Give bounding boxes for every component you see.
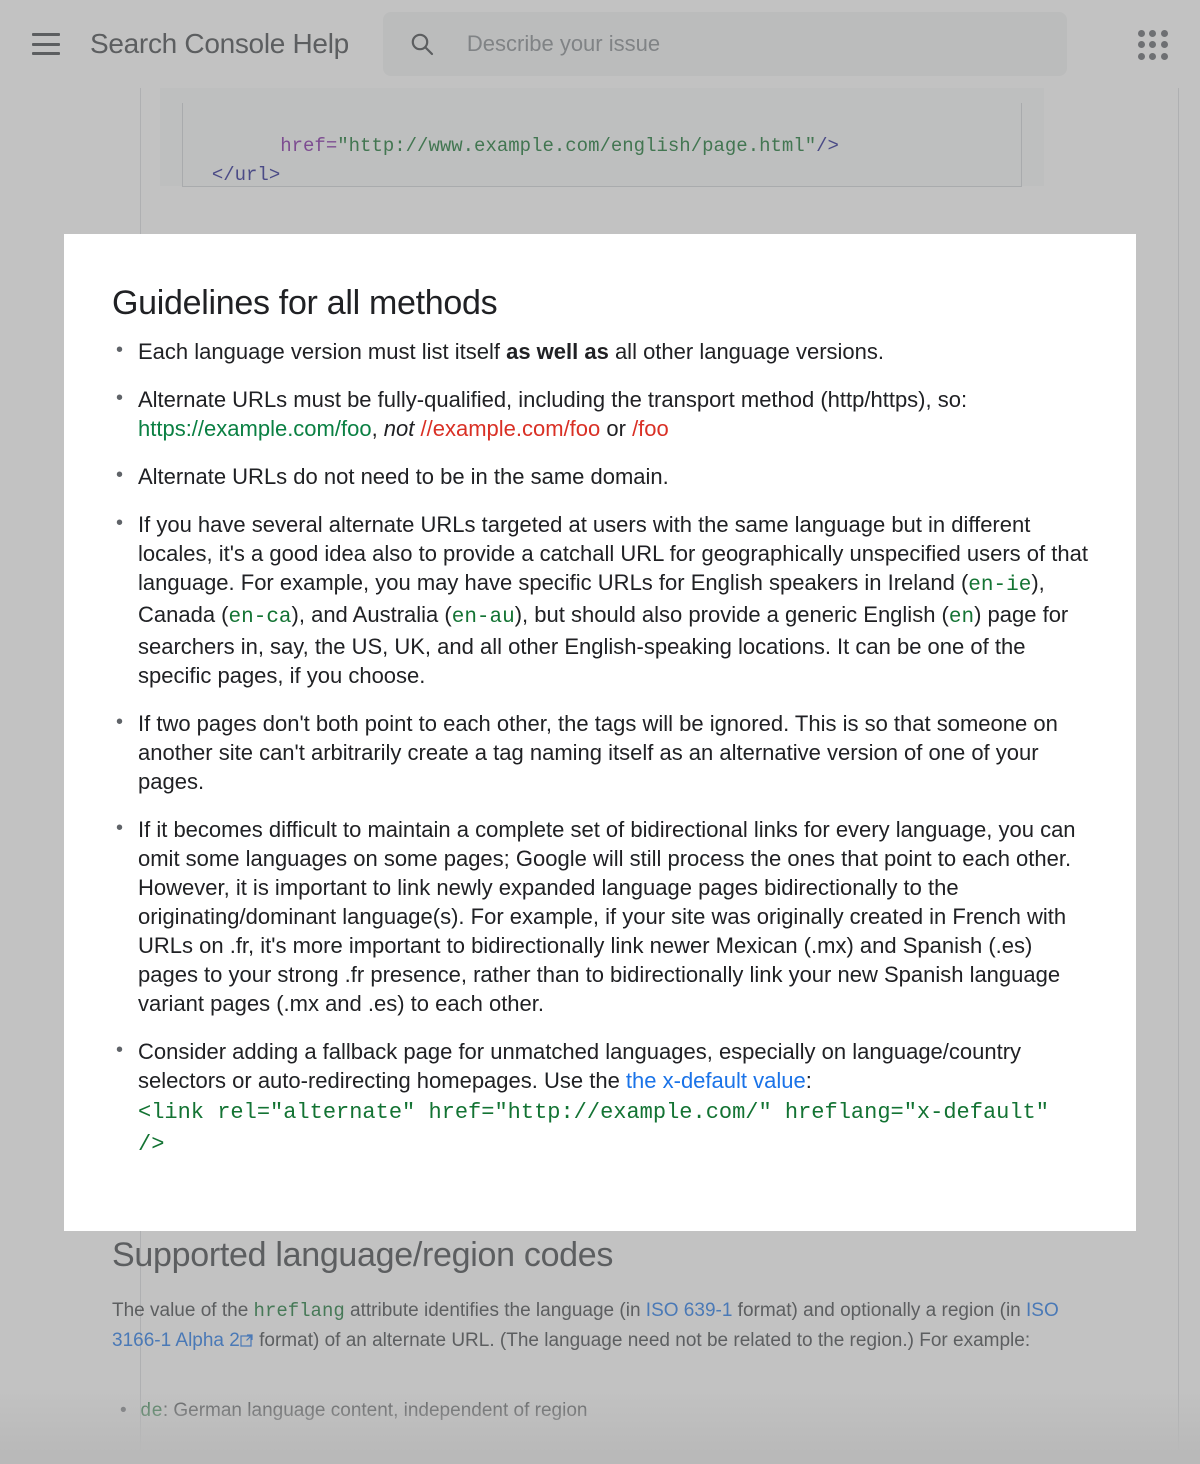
g1-bold: as well as (506, 339, 609, 364)
code-href-value: "http://www.example.com/english/page.htm… (337, 135, 817, 157)
g4-code-en-ca: en-ca (228, 606, 292, 629)
code-close-url: </url> (211, 164, 281, 186)
code-attr-href: href= (280, 135, 338, 157)
search-input[interactable] (464, 30, 985, 58)
x-default-code-sample: <link rel="alternate" href="http://examp… (138, 1100, 1049, 1157)
hamburger-menu-icon[interactable] (32, 33, 60, 55)
hreflang-code: hreflang (253, 1300, 345, 1322)
para-text-b: attribute identifies the language (in (344, 1300, 646, 1321)
supported-codes-section: Supported language/region codes The valu… (0, 1236, 1200, 1464)
x-default-value-link[interactable]: the x-default value (626, 1068, 806, 1093)
g1-text-a: Each language version must list itself (138, 339, 507, 364)
supported-codes-paragraph: The value of the hreflang attribute iden… (112, 1296, 1070, 1357)
search-icon (409, 31, 435, 57)
para-text-d: format) of an alternate URL. (The langua… (253, 1330, 1031, 1351)
external-link-icon (240, 1327, 254, 1357)
guideline-item-3: Alternate URLs do not need to be in the … (116, 461, 1088, 491)
highlighted-guidelines-card: Guidelines for all methods Each language… (64, 234, 1136, 1231)
g2-bad-url-2: /foo (632, 416, 669, 441)
guideline-item-5: If two pages don't both point to each ot… (116, 708, 1088, 796)
para-text-c: format) and optionally a region (in (732, 1300, 1027, 1321)
g4-code-en-ie: en-ie (968, 574, 1032, 597)
g7-text-a: Consider adding a fallback page for unma… (138, 1039, 1022, 1093)
guideline-item-1: Each language version must list itself a… (116, 336, 1088, 366)
google-apps-grid-icon[interactable] (1136, 28, 1170, 62)
guidelines-title: Guidelines for all methods (112, 284, 498, 322)
guidelines-list: Each language version must list itself a… (112, 336, 1088, 1161)
g4-code-en: en (948, 606, 975, 629)
g2-text-a: Alternate URLs must be fully-qualified, … (138, 387, 968, 412)
g4-text-c: ), and Australia ( (291, 602, 452, 627)
guideline-item-7: Consider adding a fallback page for unma… (116, 1036, 1088, 1161)
g4-text-a: If you have several alternate URLs targe… (138, 512, 1088, 595)
g2-sep: , (371, 416, 384, 441)
list-item: de: German language content, independent… (120, 1396, 1070, 1426)
search-bar[interactable] (382, 12, 1067, 76)
g2-or: or (600, 416, 633, 441)
guideline-item-4: If you have several alternate URLs targe… (116, 509, 1088, 690)
g7-colon: : (805, 1068, 812, 1093)
sitemap-code-block: x href="http://www.example.com/english/p… (160, 84, 1044, 187)
guideline-item-6: If it becomes difficult to maintain a co… (116, 814, 1088, 1018)
g4-text-d: ), but should also provide a generic Eng… (514, 602, 949, 627)
g2-good-url: https://example.com/foo (138, 416, 372, 441)
code-selfclose: /> (816, 135, 839, 157)
g4-code-en-au: en-au (451, 606, 515, 629)
supported-codes-bullets: de: German language content, independent… (112, 1396, 1070, 1426)
guideline-item-2: Alternate URLs must be fully-qualified, … (116, 384, 1088, 443)
g2-not: not (383, 416, 415, 441)
lang-code-de: de (140, 1400, 163, 1422)
page-title: Search Console Help (90, 28, 349, 59)
iso-639-1-link[interactable]: ISO 639-1 (646, 1300, 733, 1321)
app-header: Search Console Help (0, 0, 1200, 88)
supported-codes-title: Supported language/region codes (112, 1236, 614, 1274)
lang-code-de-desc: : German language content, independent o… (162, 1400, 588, 1421)
para-text-a: The value of the (112, 1300, 254, 1321)
g1-text-b: all other language versions. (608, 339, 884, 364)
sitemap-code-text: x href="http://www.example.com/english/p… (182, 103, 1022, 187)
g2-bad-url-1: //example.com/foo (420, 416, 601, 441)
